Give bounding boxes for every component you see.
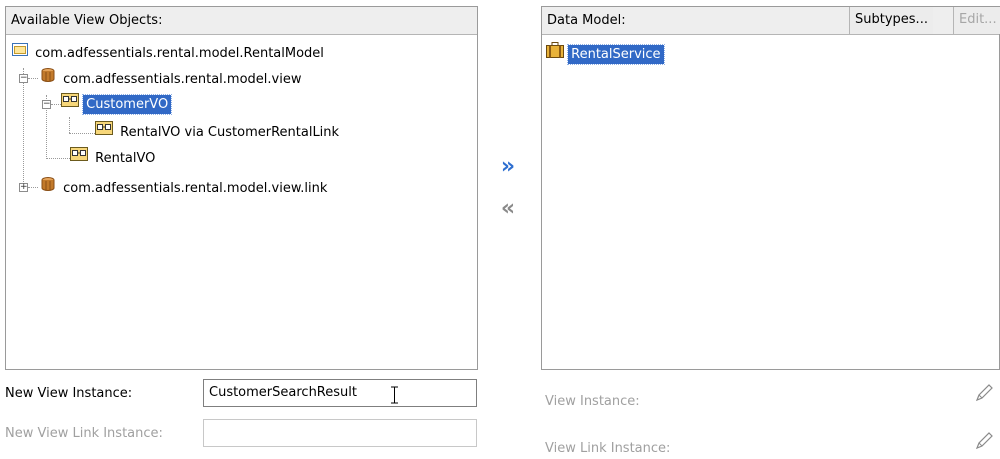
tree-item-customer-vo[interactable]: CustomerVO — [61, 93, 173, 115]
new-view-link-instance-label: New View Link Instance: — [5, 426, 163, 441]
collapse-toggle[interactable]: − — [42, 100, 51, 109]
new-view-instance-value: CustomerSearchResult — [209, 385, 357, 400]
available-view-objects-panel: Available View Objects: − − + com.adfess… — [5, 6, 478, 370]
subtypes-button[interactable]: Subtypes... — [849, 7, 933, 34]
expand-toggle[interactable]: + — [19, 183, 28, 192]
tree-item-label: RentalVO — [95, 150, 156, 166]
tree-item-rental-vo[interactable]: RentalVO — [70, 147, 158, 169]
tree-connector-line — [69, 133, 95, 134]
tree-connector-line — [46, 158, 70, 159]
remove-from-data-model-button[interactable]: « — [498, 198, 518, 220]
new-view-instance-input[interactable]: CustomerSearchResult — [203, 379, 477, 407]
tree-connector-line — [28, 187, 38, 188]
tree-item-package[interactable]: com.adfessentials.rental.model.view — [40, 67, 304, 89]
data-model-title: Data Model: — [547, 13, 626, 28]
new-view-link-instance-input[interactable] — [203, 419, 477, 447]
data-model-panel: Data Model: Subtypes... Edit... RentalSe… — [541, 6, 1000, 370]
text-cursor-icon — [391, 386, 398, 404]
view-link-instance-label: View Link Instance: — [545, 441, 671, 456]
tree-item-label: com.adfessentials.rental.model.view — [63, 71, 302, 87]
tree-connector-line — [28, 78, 38, 79]
add-to-data-model-button[interactable]: » — [498, 156, 518, 178]
edit-button[interactable]: Edit... — [953, 7, 1000, 34]
view-object-icon — [70, 147, 88, 169]
tree-connector-line — [69, 117, 70, 133]
tree-item-link-package[interactable]: com.adfessentials.rental.model.view.link — [40, 176, 330, 198]
briefcase-icon — [546, 42, 564, 66]
pencil-icon[interactable] — [973, 430, 995, 452]
tree-connector-line — [23, 68, 24, 182]
folder-icon — [12, 42, 28, 64]
tree-item-rental-via-link[interactable]: RentalVO via CustomerRentalLink — [95, 121, 342, 143]
data-model-header: Data Model: Subtypes... Edit... — [542, 7, 1000, 35]
view-object-icon — [95, 121, 113, 143]
view-instance-label: View Instance: — [545, 394, 640, 409]
data-model-item-rental-service[interactable]: RentalService — [546, 42, 665, 66]
available-view-objects-header: Available View Objects: — [6, 7, 477, 35]
view-object-icon — [61, 93, 79, 115]
new-view-instance-label: New View Instance: — [5, 386, 133, 401]
tree-connector-line — [51, 104, 61, 105]
tree-item-label: com.adfessentials.rental.model.view.link — [63, 180, 328, 196]
collapse-toggle[interactable]: − — [19, 74, 28, 83]
tree-item-root[interactable]: com.adfessentials.rental.model.RentalMod… — [12, 42, 327, 64]
pencil-icon[interactable] — [973, 382, 995, 404]
tree-item-label: com.adfessentials.rental.model.RentalMod… — [35, 45, 324, 61]
package-icon — [40, 176, 56, 200]
package-icon — [40, 67, 56, 91]
data-model-item-label: RentalService — [567, 43, 665, 65]
tree-item-label: CustomerVO — [82, 93, 173, 115]
tree-item-label: RentalVO via CustomerRentalLink — [120, 124, 340, 140]
